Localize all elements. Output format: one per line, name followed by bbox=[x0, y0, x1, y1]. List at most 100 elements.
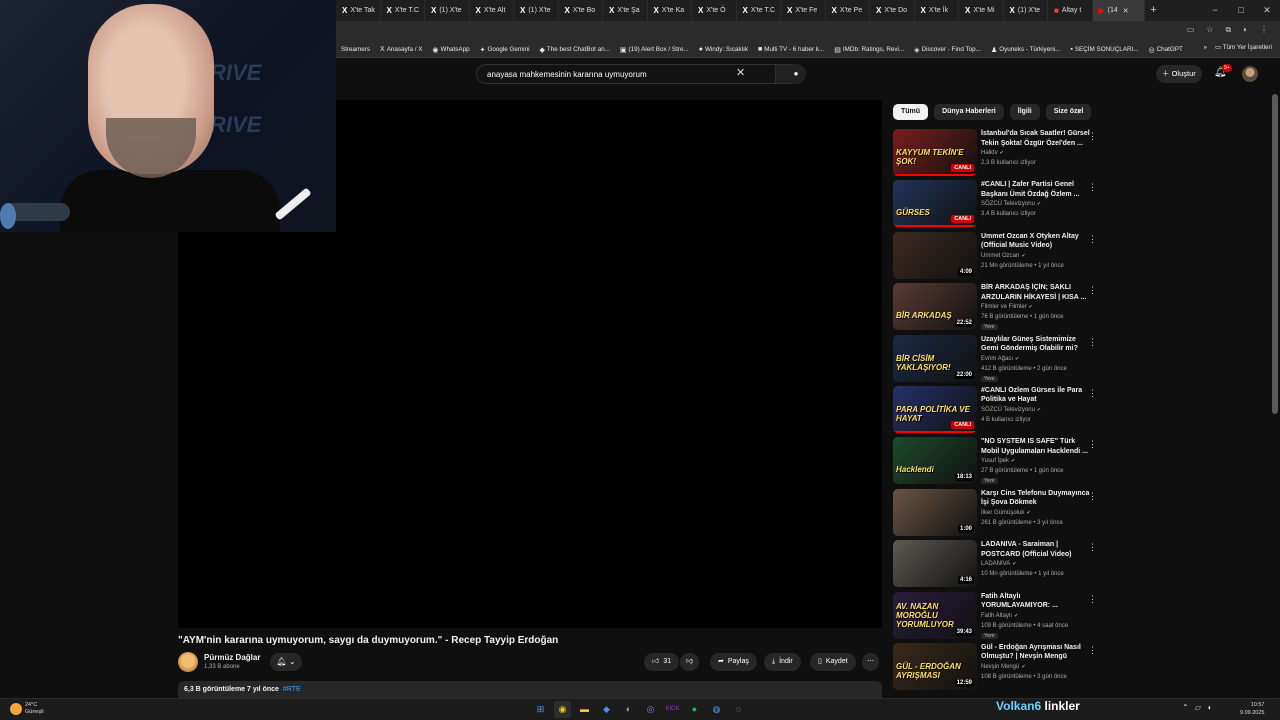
minimize-button[interactable]: − bbox=[1202, 0, 1228, 21]
chip-0[interactable]: Tümü bbox=[893, 104, 929, 120]
recommendation-title[interactable]: BİR ARKADAŞ İÇİN; SAKLI ARZULARIN HİKAYE… bbox=[981, 283, 1091, 302]
recommendation-item[interactable]: 1:00 Karşı Cins Telefonu Duymayınca İşi Ş… bbox=[893, 488, 1103, 540]
chip-3[interactable]: Size özel bbox=[1045, 104, 1092, 120]
more-options-icon[interactable]: ⋮ bbox=[1088, 594, 1097, 605]
recommendation-channel[interactable]: Ummet Ozcan bbox=[981, 253, 1019, 259]
recommendation-title[interactable]: #CANLI | Zafer Partisi Genel Başkanı Ümi… bbox=[981, 180, 1091, 199]
recommendation-title[interactable]: #CANLI Özlem Gürses ile Para Politika ve… bbox=[981, 386, 1091, 405]
page-scrollbar[interactable] bbox=[1272, 94, 1278, 414]
network-icon[interactable]: ▱ bbox=[1195, 703, 1201, 712]
recommendation-title[interactable]: Ummet Ozcan X Otyken Altay (Official Mus… bbox=[981, 232, 1091, 251]
video-thumbnail[interactable]: 4:16 bbox=[893, 540, 977, 588]
video-thumbnail[interactable]: GÜL - ERDOĞAN AYRIŞMASI 12:59 bbox=[893, 642, 977, 690]
browser-tab[interactable]: X (1) X'te bbox=[425, 0, 470, 21]
hashtag-link[interactable]: #RTE bbox=[283, 686, 301, 693]
tray-chevron-icon[interactable]: ⌃ bbox=[1182, 703, 1189, 712]
browser-tab[interactable]: X X'te T.C bbox=[737, 0, 781, 21]
chip-1[interactable]: Dünya Haberleri bbox=[934, 104, 1004, 120]
video-thumbnail[interactable]: AV. NAZAN MOROĞLU YORUMLUYOR 39:43 bbox=[893, 591, 977, 639]
recommendation-channel[interactable]: Filmler ve Filmler bbox=[981, 304, 1027, 310]
subscription-bell-button[interactable]: 🔔︎ ⌄ bbox=[270, 653, 302, 671]
bookmark-item[interactable]: X Anasayfa / X bbox=[375, 46, 427, 54]
chip-2[interactable]: İlgili bbox=[1009, 104, 1040, 120]
browser-tab[interactable]: X X'te İk bbox=[915, 0, 959, 21]
bookmark-star-icon[interactable]: ☆ bbox=[1206, 25, 1213, 35]
browser-tab[interactable]: X X'te Pe bbox=[826, 0, 870, 21]
search-input[interactable]: anayasa mahkemesinin kararına uymuyorum bbox=[476, 64, 776, 84]
menu-icon[interactable]: ⋮ bbox=[1260, 25, 1268, 35]
save-button[interactable]: ▯ Kaydet bbox=[810, 653, 856, 671]
recommendation-title[interactable]: Karşı Cins Telefonu Duymayınca İşi Şova … bbox=[981, 489, 1091, 508]
recommendation-channel[interactable]: SÖZCÜ Televizyonu bbox=[981, 407, 1035, 413]
close-tab-icon[interactable]: ✕ bbox=[1123, 7, 1129, 15]
bookmarks-overflow-icon[interactable]: » bbox=[1204, 44, 1208, 51]
recommendation-item[interactable]: Hacklendi 18:13 "NO SYSTEM IS SAFE" Türk M… bbox=[893, 437, 1103, 488]
more-actions-button[interactable]: ⋯ bbox=[862, 653, 879, 671]
video-thumbnail[interactable]: KAYYUM TEKİN'E ŞOK! CANLI bbox=[893, 129, 977, 176]
steam-icon[interactable]: ◐ bbox=[620, 701, 637, 718]
recommendation-channel[interactable]: Halktv bbox=[981, 150, 998, 156]
video-thumbnail[interactable]: GÜRSES CANLI bbox=[893, 180, 977, 228]
windows-start-icon[interactable]: ⊞ bbox=[532, 701, 549, 718]
browser-tab[interactable]: X (1) X'te bbox=[514, 0, 559, 21]
browser-tab[interactable]: ■ Altay t bbox=[1048, 0, 1093, 21]
all-bookmarks-button[interactable]: ▭ Tüm Yer İşaretleri bbox=[1215, 44, 1272, 51]
bookmark-item[interactable]: ▪ SEÇİM SONUÇLARI... bbox=[1065, 46, 1143, 54]
recommendation-item[interactable]: BİR CİSİM YAKLAŞIYOR! 22:00 Uzaylılar Güne… bbox=[893, 334, 1103, 386]
recommendation-item[interactable]: GÜRSES CANLI #CANLI | Zafer Partisi Genel … bbox=[893, 180, 1103, 231]
channel-avatar[interactable] bbox=[178, 652, 198, 672]
browser-tab[interactable]: X X'te Mi bbox=[959, 0, 1004, 21]
create-button[interactable]: ＋ Oluştur bbox=[1156, 65, 1202, 83]
recommendation-channel[interactable]: LADANIVA bbox=[981, 561, 1010, 567]
video-thumbnail[interactable]: BİR ARKADAŞ 22:52 bbox=[893, 283, 977, 331]
browser-tab[interactable]: X X'te T.C bbox=[381, 0, 425, 21]
browser-tab[interactable]: X X'te Do bbox=[870, 0, 915, 21]
channel-name[interactable]: Pürmüz Dağlar bbox=[204, 653, 260, 662]
cast-icon[interactable]: ▭ bbox=[1187, 25, 1195, 35]
video-thumbnail[interactable]: Hacklendi 18:13 bbox=[893, 437, 977, 485]
dislike-button[interactable]: 👎︎ bbox=[680, 653, 700, 671]
share-button[interactable]: ➦ Paylaş bbox=[710, 653, 757, 671]
bookmark-item[interactable]: ◉ WhatsApp bbox=[427, 46, 474, 54]
maximize-button[interactable]: □ bbox=[1228, 0, 1254, 21]
chrome-icon[interactable]: ◉ bbox=[554, 701, 571, 718]
video-thumbnail[interactable]: BİR CİSİM YAKLAŞIYOR! 22:00 bbox=[893, 334, 977, 382]
video-thumbnail[interactable]: 1:00 bbox=[893, 488, 977, 536]
discord-icon[interactable]: ◎ bbox=[642, 701, 659, 718]
download-button[interactable]: ⤓ İndir bbox=[764, 653, 801, 671]
recommendation-channel[interactable]: Nevşin Mengü bbox=[981, 664, 1019, 670]
more-options-icon[interactable]: ⋮ bbox=[1088, 182, 1097, 193]
more-options-icon[interactable]: ⋮ bbox=[1088, 491, 1097, 502]
recommendation-channel[interactable]: Yusuf İpek bbox=[981, 458, 1009, 464]
recommendation-title[interactable]: Uzaylılar Güneş Sistemimize Gemi Gönderm… bbox=[981, 335, 1091, 354]
taskbar-clock[interactable]: 10:57 9.09.2025 bbox=[1240, 701, 1264, 717]
spotify-icon[interactable]: ● bbox=[686, 701, 703, 718]
browser-tab[interactable]: X X'te Şa bbox=[603, 0, 648, 21]
like-button[interactable]: 👍︎ 31 bbox=[644, 653, 680, 671]
recommendation-channel[interactable]: SÖZCÜ Televizyonu bbox=[981, 201, 1035, 207]
more-options-icon[interactable]: ⋮ bbox=[1088, 439, 1097, 450]
recommendation-title[interactable]: Gül - Erdoğan Ayrışması Nasıl Olmuştu? |… bbox=[981, 643, 1091, 662]
more-options-icon[interactable]: ⋮ bbox=[1088, 645, 1097, 656]
recommendation-item[interactable]: 4:09 Ummet Ozcan X Otyken Altay (Official… bbox=[893, 231, 1103, 283]
recommendation-title[interactable]: "NO SYSTEM IS SAFE" Türk Mobil Uygulamal… bbox=[981, 437, 1091, 456]
recommendation-item[interactable]: 4:16 LADANIVA - Saraiman | POSTCARD (Offi… bbox=[893, 540, 1103, 591]
browser-tab[interactable]: X X'te Alt bbox=[470, 0, 514, 21]
recommendation-title[interactable]: LADANIVA - Saraiman | POSTCARD (Official… bbox=[981, 540, 1091, 559]
bookmark-item[interactable]: ✦ Google Gemini bbox=[475, 46, 535, 54]
bookmark-item[interactable]: ▣ (19) Alert Box / Stre... bbox=[615, 46, 694, 54]
recommendation-item[interactable]: GÜL - ERDOĞAN AYRIŞMASI 12:59 Gül - Erdoğa… bbox=[893, 642, 1103, 694]
bookmark-item[interactable]: Streamers bbox=[336, 46, 375, 54]
recommendation-title[interactable]: İstanbul'da Sıcak Saatler! Gürsel Tekin … bbox=[981, 129, 1091, 148]
account-avatar[interactable] bbox=[1242, 66, 1258, 82]
file-explorer-icon[interactable]: ▬ bbox=[576, 701, 593, 718]
close-window-button[interactable]: ✕ bbox=[1254, 0, 1280, 21]
bookmark-item[interactable]: ■ Multi TV - 6 haber k... bbox=[753, 46, 829, 54]
bookmark-item[interactable]: ♟ Oyuneks - Türkiyeni... bbox=[986, 46, 1065, 54]
browser-tab[interactable]: X X'te Fe bbox=[781, 0, 826, 21]
more-options-icon[interactable]: ⋮ bbox=[1088, 285, 1097, 296]
browser-tab[interactable]: X X'te Bo bbox=[559, 0, 603, 21]
bookmark-item[interactable]: ● Windy: Sıcaklık bbox=[694, 46, 753, 54]
extensions-icon[interactable]: ⧉ bbox=[1225, 25, 1231, 35]
app-icon-blue[interactable]: ◆ bbox=[598, 701, 615, 718]
